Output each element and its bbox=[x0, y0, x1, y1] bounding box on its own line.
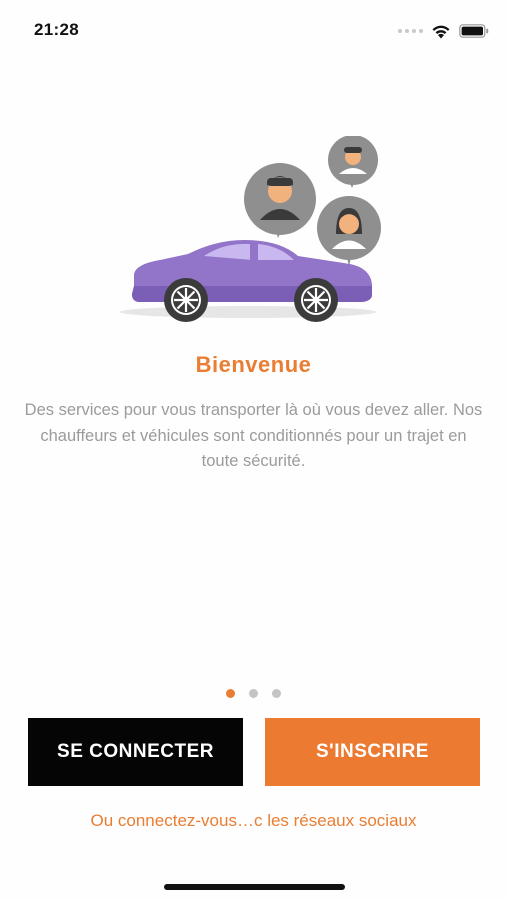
social-login-link[interactable]: Ou connectez-vous…c les réseaux sociaux bbox=[0, 811, 507, 831]
passenger-avatar-3 bbox=[317, 196, 381, 266]
page-indicator[interactable] bbox=[0, 689, 507, 698]
login-button[interactable]: SE CONNECTER bbox=[28, 718, 243, 786]
wifi-icon bbox=[432, 25, 450, 38]
welcome-title: Bienvenue bbox=[195, 352, 312, 377]
home-indicator[interactable] bbox=[164, 884, 345, 890]
page-dot[interactable] bbox=[249, 689, 258, 698]
signal-dots-icon bbox=[398, 29, 423, 33]
status-bar: 21:28 bbox=[0, 0, 507, 60]
battery-icon bbox=[459, 24, 489, 38]
passenger-avatar-2 bbox=[328, 136, 378, 188]
car-passengers-illustration bbox=[120, 136, 381, 322]
signup-button[interactable]: S'INSCRIRE bbox=[265, 718, 480, 786]
page-dot-active[interactable] bbox=[226, 689, 235, 698]
status-time: 21:28 bbox=[34, 20, 79, 39]
welcome-screen: 21:28 Bienvenue Des services pour vous t… bbox=[0, 0, 507, 900]
page-dot[interactable] bbox=[272, 689, 281, 698]
welcome-description: Des services pour vous transporter là où… bbox=[24, 401, 483, 470]
passenger-avatar-1 bbox=[244, 163, 316, 238]
status-icons bbox=[398, 22, 489, 40]
car-shadow bbox=[120, 306, 376, 318]
